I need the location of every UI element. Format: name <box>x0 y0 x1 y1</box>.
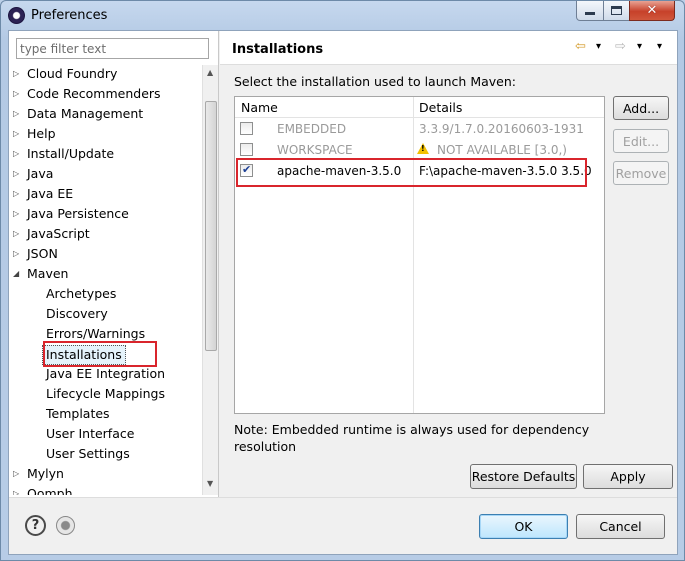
installation-name: WORKSPACE <box>277 143 353 157</box>
restore-defaults-label: Restore Defaults <box>471 469 576 484</box>
forward-arrow-icon[interactable]: ⇨ <box>615 39 626 54</box>
expanded-twisty-icon[interactable]: ◢ <box>13 265 23 283</box>
minimize-icon <box>585 12 595 15</box>
collapsed-twisty-icon[interactable]: ▷ <box>13 465 23 483</box>
ok-button[interactable]: OK <box>479 514 568 539</box>
scroll-down-icon[interactable]: ▼ <box>207 479 213 488</box>
preference-tree-panel: ▷ Cloud Foundry ▷ Code Recommenders ▷ Data Ma… <box>9 31 219 497</box>
tree-item-label: JavaScript <box>27 226 90 241</box>
window-title: Preferences <box>31 8 108 23</box>
tree-item-label: Templates <box>46 406 110 421</box>
tree-item-label: Lifecycle Mappings <box>46 386 165 401</box>
installation-details: 3.3.9/1.7.0.20160603-1931 <box>419 122 584 136</box>
column-header-name[interactable]: Name <box>241 100 278 115</box>
tree-item-label: JSON <box>27 246 58 261</box>
table-header: Name Details <box>235 97 604 118</box>
dialog-footer: ? OK Cancel <box>9 497 677 554</box>
tree-item-label: Discovery <box>46 306 108 321</box>
view-menu-icon[interactable]: ▾ <box>657 41 662 52</box>
installation-checkbox[interactable] <box>240 143 253 156</box>
collapsed-twisty-icon[interactable]: ▷ <box>13 85 23 103</box>
tree-item-label: Java Persistence <box>27 206 129 221</box>
installations-page: Installations ⇦ ▾ ⇨ ▾ ▾ Select the insta… <box>220 31 677 497</box>
maximize-button[interactable] <box>603 1 630 21</box>
tree-item-label: Help <box>27 126 56 141</box>
tree-scrollbar[interactable]: ▲ ▼ <box>202 65 218 495</box>
eclipse-app-icon <box>8 7 25 24</box>
page-header: Installations ⇦ ▾ ⇨ ▾ ▾ <box>220 31 677 65</box>
minimize-button[interactable] <box>576 1 604 21</box>
tree-item-label: Archetypes <box>46 286 117 301</box>
table-row[interactable]: EMBEDDED 3.3.9/1.7.0.20160603-1931 <box>235 119 604 140</box>
page-description: Select the installation used to launch M… <box>234 74 516 89</box>
tree-item-label: User Interface <box>46 426 135 441</box>
installation-checkbox[interactable] <box>240 122 253 135</box>
tree-item-label: Maven <box>27 266 69 281</box>
back-arrow-icon[interactable]: ⇦ <box>575 39 586 54</box>
help-icon[interactable]: ? <box>25 515 46 536</box>
collapsed-twisty-icon[interactable]: ▷ <box>13 485 23 495</box>
close-icon: ✕ <box>646 3 658 18</box>
tree-item-label: User Settings <box>46 446 130 461</box>
preferences-window: Preferences ✕ ▷ Cloud Foundry ▷ Code Recomm… <box>0 0 685 561</box>
restore-defaults-button[interactable]: Restore Defaults <box>470 464 577 489</box>
tree-item-label: Java EE Integration <box>46 366 166 381</box>
maven-row-highlight-box <box>236 158 587 187</box>
cancel-button[interactable]: Cancel <box>576 514 665 539</box>
collapsed-twisty-icon[interactable]: ▷ <box>13 185 23 203</box>
close-window-button[interactable]: ✕ <box>629 1 675 21</box>
installation-details: NOT AVAILABLE [3.0,) <box>437 143 567 157</box>
collapsed-twisty-icon[interactable]: ▷ <box>13 65 23 83</box>
installations-highlight-box <box>43 341 157 367</box>
collapsed-twisty-icon[interactable]: ▷ <box>13 145 23 163</box>
collapsed-twisty-icon[interactable]: ▷ <box>13 225 23 243</box>
record-icon[interactable] <box>56 516 75 535</box>
scroll-thumb[interactable] <box>205 101 217 351</box>
tree-item-label: Code Recommenders <box>27 86 161 101</box>
dialog-body: ▷ Cloud Foundry ▷ Code Recommenders ▷ Data Ma… <box>8 30 678 555</box>
tree-item-label: Oomph <box>27 486 73 495</box>
collapsed-twisty-icon[interactable]: ▷ <box>13 205 23 223</box>
tree-item-label: Java <box>27 166 54 181</box>
remove-button-label: Remove <box>615 165 667 181</box>
apply-button[interactable]: Apply <box>583 464 673 489</box>
title-bar[interactable]: Preferences ✕ <box>1 1 684 31</box>
scroll-up-icon[interactable]: ▲ <box>207 68 213 77</box>
tree-item-label: Install/Update <box>27 146 115 161</box>
collapsed-twisty-icon[interactable]: ▷ <box>13 105 23 123</box>
column-header-details[interactable]: Details <box>419 100 462 115</box>
installations-table: Name Details EMBEDDED 3.3.9/1.7.0.2016060… <box>234 96 605 414</box>
collapsed-twisty-icon[interactable]: ▷ <box>13 245 23 263</box>
collapsed-twisty-icon[interactable]: ▷ <box>13 125 23 143</box>
apply-label: Apply <box>610 469 646 484</box>
add-button[interactable]: Add... <box>613 96 669 120</box>
edit-button[interactable]: Edit... <box>613 129 669 153</box>
preference-tree: ▷ Cloud Foundry ▷ Code Recommenders ▷ Data Ma… <box>9 65 207 495</box>
tree-item-label: Mylyn <box>27 466 64 481</box>
forward-menu-icon[interactable]: ▾ <box>637 41 642 52</box>
tree-item-label: Cloud Foundry <box>27 66 118 81</box>
cancel-label: Cancel <box>599 519 642 534</box>
tree-item-label: Java EE <box>27 186 74 201</box>
warning-mark-icon: ! <box>421 144 425 153</box>
filter-input[interactable] <box>16 38 209 59</box>
page-title: Installations <box>232 42 324 57</box>
embedded-runtime-note: Note: Embedded runtime is always used fo… <box>234 422 590 454</box>
collapsed-twisty-icon[interactable]: ▷ <box>13 165 23 183</box>
add-button-label: Add... <box>622 100 660 116</box>
remove-button[interactable]: Remove <box>613 161 669 185</box>
installation-name: EMBEDDED <box>277 122 347 136</box>
maximize-icon <box>611 6 622 15</box>
tree-item-label: Data Management <box>27 106 144 121</box>
ok-label: OK <box>514 519 533 534</box>
back-menu-icon[interactable]: ▾ <box>596 41 601 52</box>
edit-button-label: Edit... <box>622 133 660 149</box>
